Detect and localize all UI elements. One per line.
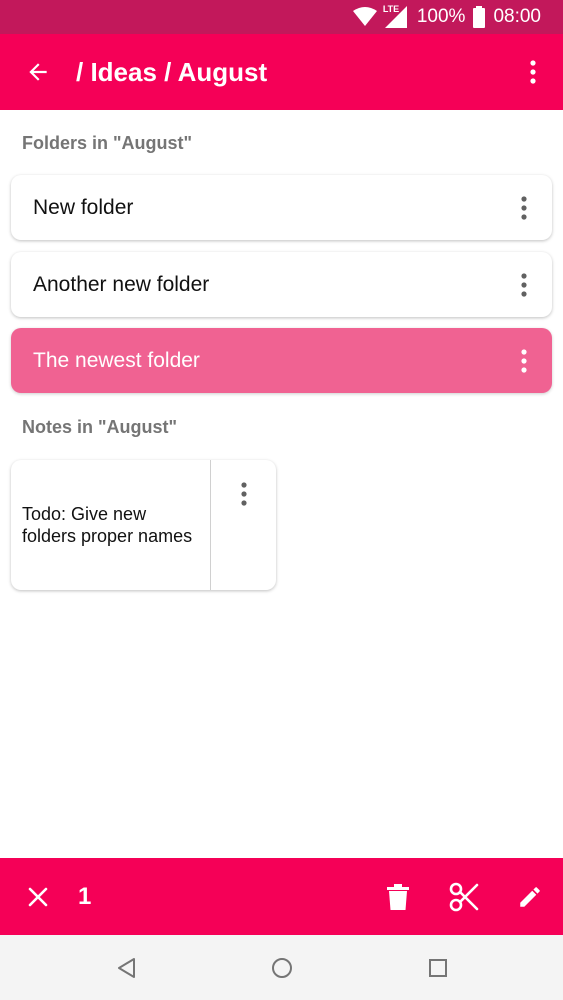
delete-button[interactable] [365,858,431,935]
cut-button[interactable] [431,858,497,935]
system-nav-bar [0,935,563,1000]
selection-count: 1 [78,882,92,910]
cut-icon [449,882,479,911]
wifi-icon [352,7,377,27]
back-button[interactable] [0,34,76,110]
more-vert-icon [521,272,527,297]
edit-icon [520,886,540,907]
folders-section-header: Folders in "August" [22,133,193,153]
more-vert-icon [521,195,527,220]
nav-recents-icon [428,958,447,977]
more-vert-icon [530,60,536,84]
more-vert-icon [521,348,527,373]
more-vert-icon [240,482,247,506]
back-arrow-icon [29,63,47,81]
notes-section-header: Notes in "August" [22,417,178,437]
nav-recents-button[interactable] [360,935,516,1000]
lte-signal-icon: LTE [382,4,409,28]
folder-item[interactable]: Another new folder [11,252,552,317]
edit-button[interactable] [497,858,563,935]
folder-item-selected[interactable]: The newest folder [11,328,552,393]
folder-item-label: Another new folder [33,272,210,296]
folder-item-menu-button[interactable] [496,252,552,317]
battery-icon [473,6,486,28]
nav-back-icon [117,957,135,978]
clear-selection-button[interactable] [0,858,76,935]
selection-action-bar: 1 [0,858,563,935]
app-bar: / Ideas / August [0,34,563,110]
battery-level: 100% [416,6,466,27]
folder-item-label: New folder [33,195,134,219]
folder-item[interactable]: New folder [11,175,552,240]
close-icon [28,887,48,906]
folder-item-menu-button[interactable] [496,328,552,393]
note-text: Todo: Give new folders proper names [11,460,211,590]
folder-item-menu-button[interactable] [496,175,552,240]
folder-item-label: The newest folder [33,348,200,372]
overflow-menu-button[interactable] [503,34,563,110]
page-title: / Ideas / August [76,56,268,87]
nav-home-icon [271,957,292,978]
network-type: LTE [382,4,400,14]
status-bar: LTE 100% 08:00 [0,0,563,34]
note-menu-button[interactable] [211,460,276,590]
delete-icon [387,883,409,910]
note-card[interactable]: Todo: Give new folders proper names [11,460,276,590]
nav-back-button[interactable] [48,935,204,1000]
clock: 08:00 [493,6,541,27]
nav-home-button[interactable] [204,935,360,1000]
